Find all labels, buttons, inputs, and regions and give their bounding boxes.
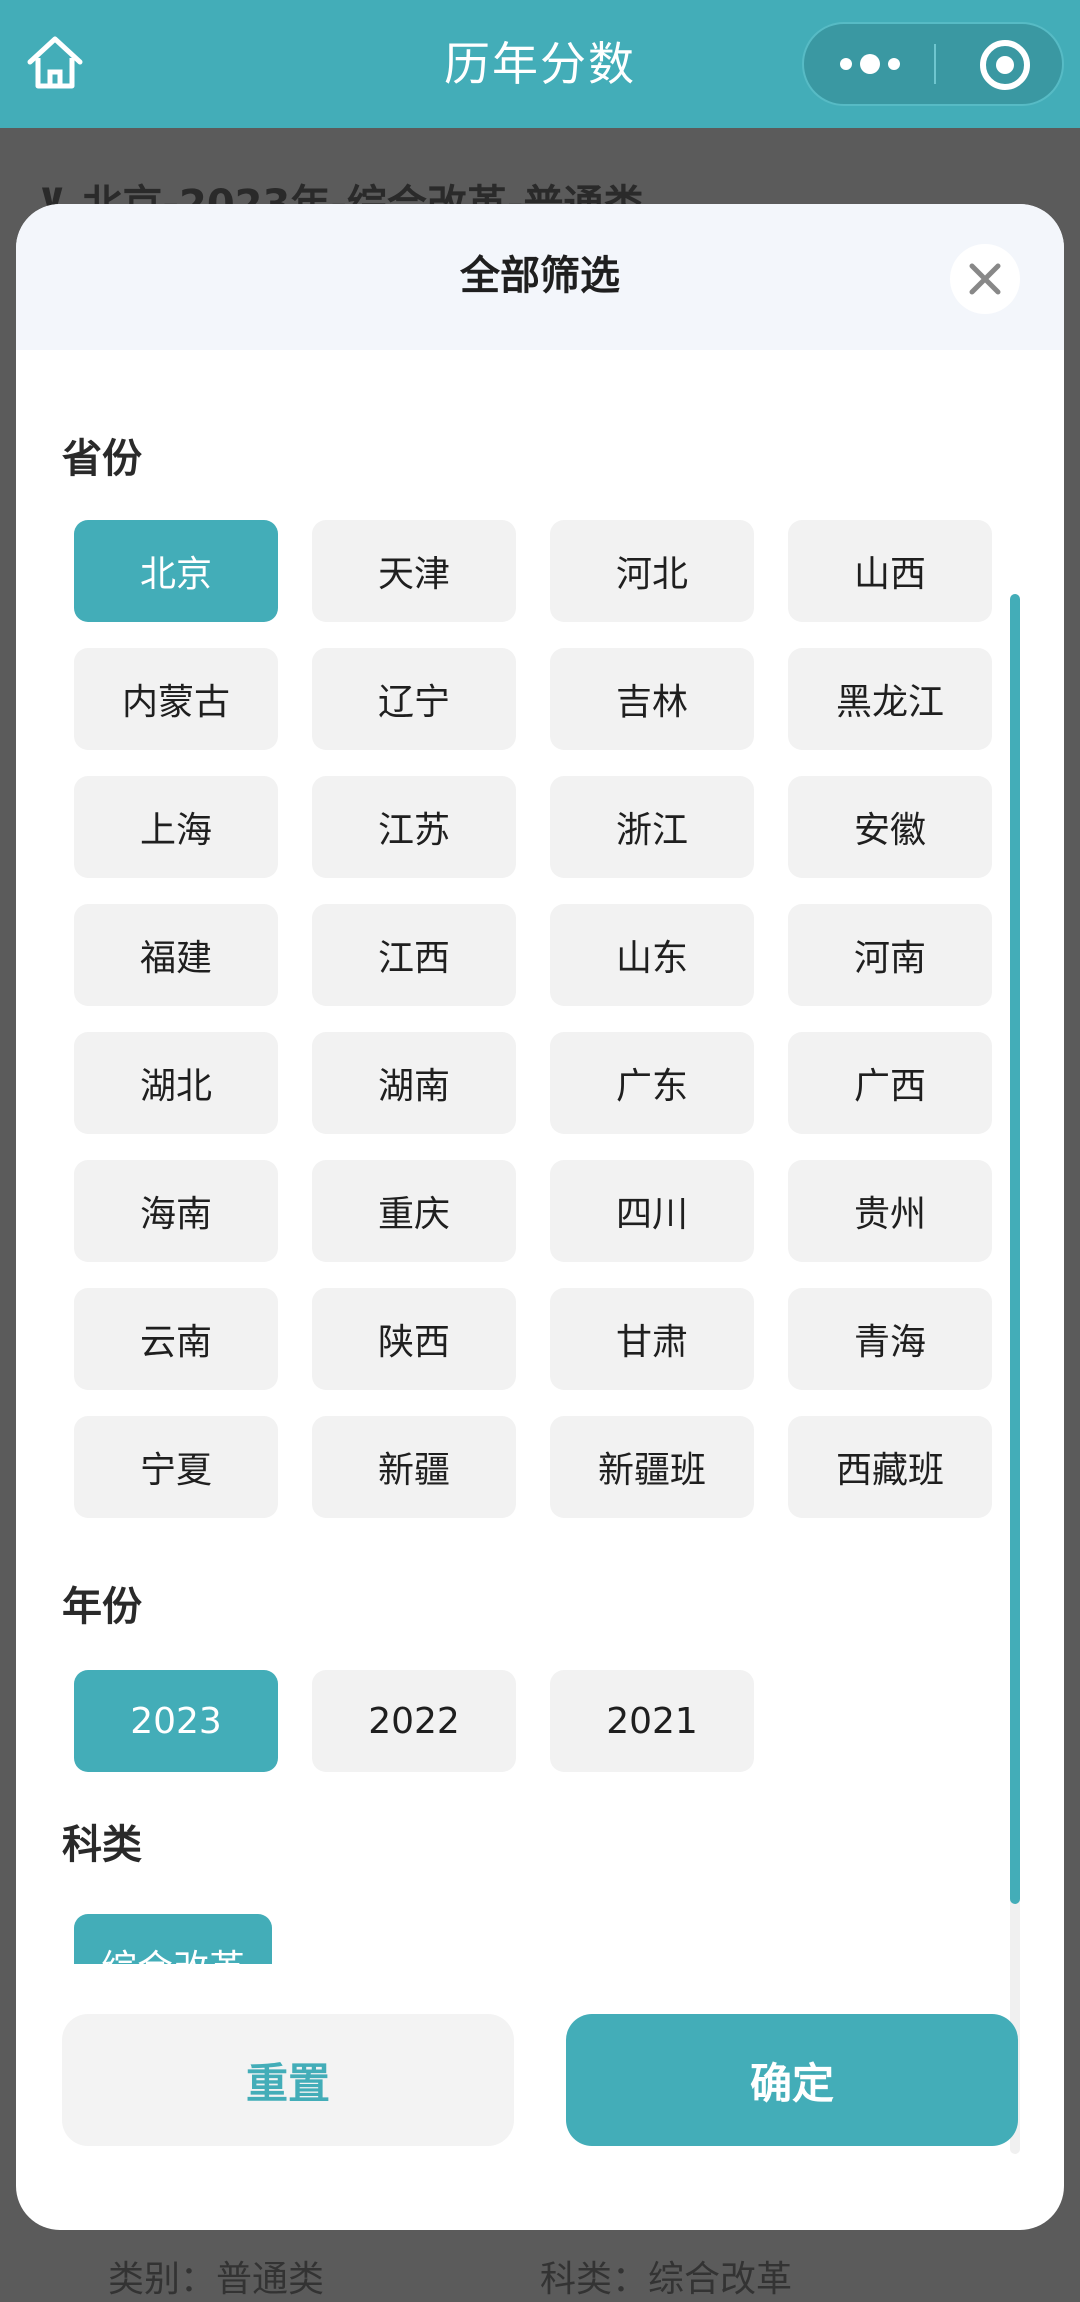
province-option-chip[interactable]: 重庆 [312, 1160, 516, 1262]
section-title-category: 科类 [62, 1822, 142, 1868]
province-option-chip[interactable]: 广东 [550, 1032, 754, 1134]
year-option-chip[interactable]: 2022 [312, 1670, 516, 1772]
more-dots-icon[interactable] [804, 24, 934, 104]
province-option-chip[interactable]: 西藏班 [788, 1416, 992, 1518]
province-option-chip[interactable]: 河南 [788, 904, 992, 1006]
province-option-chip[interactable]: 广西 [788, 1032, 992, 1134]
province-option-chip[interactable]: 山东 [550, 904, 754, 1006]
province-option-chip[interactable]: 黑龙江 [788, 648, 992, 750]
mini-program-capsule [802, 22, 1064, 106]
category-option-chip[interactable]: 综合改革 [74, 1914, 272, 1964]
category-options: 综合改革 [74, 1914, 278, 1964]
province-option-chip[interactable]: 四川 [550, 1160, 754, 1262]
province-option-chip[interactable]: 北京 [74, 520, 278, 622]
year-options: 2023 2022 2021 [74, 1670, 1014, 1772]
province-option-chip[interactable]: 新疆班 [550, 1416, 754, 1518]
province-option-chip[interactable]: 海南 [74, 1160, 278, 1262]
province-option-chip[interactable]: 上海 [74, 776, 278, 878]
province-option-chip[interactable]: 安徽 [788, 776, 992, 878]
top-bar: 历年分数 [0, 0, 1080, 128]
province-option-chip[interactable]: 山西 [788, 520, 992, 622]
province-option-chip[interactable]: 江苏 [312, 776, 516, 878]
province-option-chip[interactable]: 湖北 [74, 1032, 278, 1134]
province-option-chip[interactable]: 贵州 [788, 1160, 992, 1262]
province-option-chip[interactable]: 内蒙古 [74, 648, 278, 750]
province-option-chip[interactable]: 河北 [550, 520, 754, 622]
close-icon[interactable] [950, 244, 1020, 314]
modal-title: 全部筛选 [460, 253, 620, 299]
modal-header: 全部筛选 [16, 204, 1064, 350]
province-option-chip[interactable]: 新疆 [312, 1416, 516, 1518]
province-option-chip[interactable]: 云南 [74, 1288, 278, 1390]
province-option-chip[interactable]: 江西 [312, 904, 516, 1006]
confirm-button[interactable]: 确定 [566, 2014, 1018, 2146]
province-option-chip[interactable]: 甘肃 [550, 1288, 754, 1390]
province-option-chip[interactable]: 福建 [74, 904, 278, 1006]
year-option-chip[interactable]: 2023 [74, 1670, 278, 1772]
reset-button[interactable]: 重置 [62, 2014, 514, 2146]
section-title-year: 年份 [62, 1584, 142, 1630]
province-option-chip[interactable]: 宁夏 [74, 1416, 278, 1518]
province-option-chip[interactable]: 浙江 [550, 776, 754, 878]
target-icon[interactable] [978, 38, 1032, 92]
year-option-chip[interactable]: 2021 [550, 1670, 754, 1772]
section-title-province: 省份 [62, 436, 142, 482]
province-option-chip[interactable]: 湖南 [312, 1032, 516, 1134]
footer-category: 科类：综合改革 [540, 2259, 793, 2300]
province-option-chip[interactable]: 陕西 [312, 1288, 516, 1390]
footer-type: 类别：普通类 [108, 2259, 325, 2300]
capsule-divider [934, 44, 936, 84]
modal-footer: 重置 确定 [16, 2014, 1064, 2174]
province-option-chip[interactable]: 天津 [312, 520, 516, 622]
filter-modal: 全部筛选 省份 北京 天津 河北 山西内蒙古 辽宁 吉林 黑龙江上海 江苏 浙江 安徽福建 江西 山东… [16, 204, 1064, 2230]
province-option-chip[interactable]: 青海 [788, 1288, 992, 1390]
province-option-chip[interactable]: 辽宁 [312, 648, 516, 750]
province-options: 北京 天津 河北 山西内蒙古 辽宁 吉林 黑龙江上海 江苏 浙江 安徽福建 江西 山东 河南湖北 湖南 广东… [74, 520, 1014, 1518]
province-option-chip[interactable]: 吉林 [550, 648, 754, 750]
